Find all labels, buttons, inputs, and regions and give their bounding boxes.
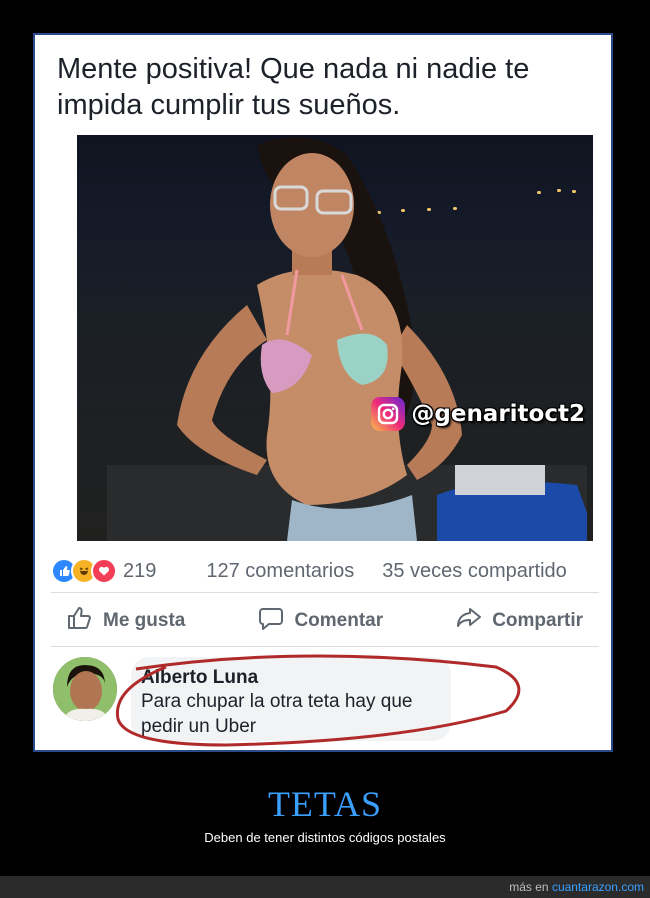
footer-prefix: más en [509, 880, 549, 894]
share-label: Compartir [492, 610, 583, 631]
comment-icon [258, 606, 284, 636]
reaction-count: 219 [123, 559, 157, 582]
comment-item: Alberto Luna Para chupar la otra teta ha… [51, 654, 599, 747]
reaction-icons[interactable]: 219 [51, 558, 156, 584]
footer-bar: más en cuantarazon.com [0, 876, 650, 898]
comment-label: Comentar [294, 610, 384, 631]
instagram-watermark: @genaritoct2 [371, 397, 585, 431]
woman-in-bikini-illustration [107, 137, 587, 541]
love-reaction-icon [91, 558, 117, 584]
comment-text: Para chupar la otra teta hay que pedir u… [141, 691, 413, 737]
share-arrow-icon [456, 606, 482, 636]
comments-count-link[interactable]: 127 comentarios [206, 560, 354, 583]
caption-subtitle: Deben de tener distintos códigos postale… [204, 830, 446, 845]
comment-button[interactable]: Comentar [242, 606, 399, 636]
post-stats-bar: 219 127 comentarios 35 veces compartido [51, 557, 599, 585]
facebook-post-screenshot: Mente positiva! Que nada ni nadie te imp… [33, 33, 613, 752]
instagram-icon [371, 397, 406, 431]
caption-title: TETAS [267, 784, 383, 824]
post-photo: @genaritoct2 [77, 135, 593, 541]
comment-author-name[interactable]: Alberto Luna [141, 667, 441, 689]
actions-divider [51, 646, 599, 647]
share-button[interactable]: Compartir [440, 606, 599, 636]
footer-text: más en cuantarazon.com [509, 880, 644, 894]
post-text: Mente positiva! Que nada ni nadie te imp… [57, 53, 530, 121]
avatar[interactable] [53, 657, 117, 721]
thumbs-up-icon [67, 606, 93, 636]
stats-divider [51, 592, 599, 593]
footer-site-link[interactable]: cuantarazon.com [552, 880, 644, 894]
like-label: Me gusta [103, 610, 186, 631]
watermark-handle: @genaritoct2 [411, 401, 585, 427]
like-button[interactable]: Me gusta [51, 606, 201, 636]
shares-count-link[interactable]: 35 veces compartido [382, 560, 567, 583]
comment-bubble: Alberto Luna Para chupar la otra teta ha… [131, 657, 451, 741]
post-action-bar: Me gusta Comentar Compartir [51, 601, 599, 641]
